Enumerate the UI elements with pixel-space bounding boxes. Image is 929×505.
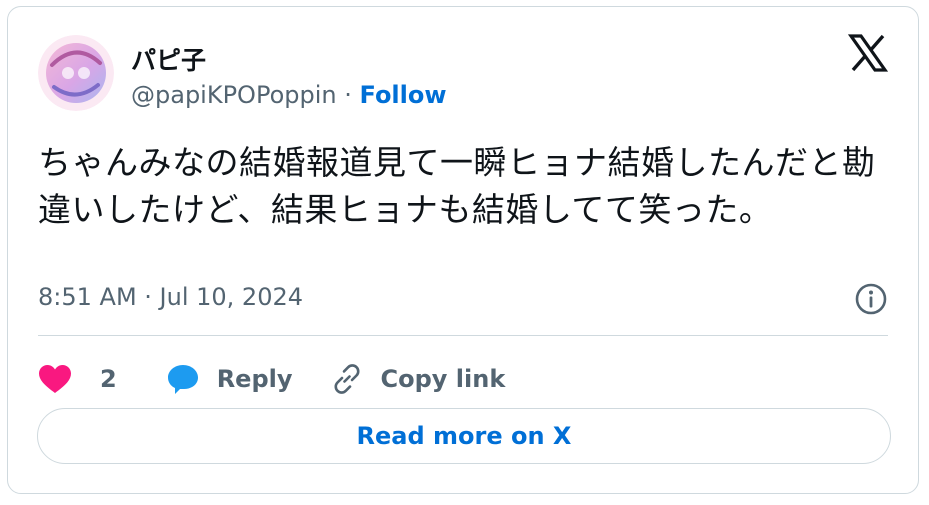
copy-link-label: Copy link (380, 365, 506, 393)
copy-link-button[interactable]: Copy link (331, 363, 506, 395)
info-icon[interactable] (854, 282, 888, 316)
reply-label: Reply (216, 365, 293, 393)
handle-separator: · (344, 81, 352, 109)
divider (38, 335, 888, 336)
read-more-button[interactable]: Read more on X (37, 408, 891, 464)
tweet-card: パピ子 @papiKPOPoppin · Follow ちゃんみなの結婚報道見て… (7, 6, 919, 494)
user-handle[interactable]: @papiKPOPoppin (131, 81, 337, 109)
link-icon (331, 363, 363, 395)
action-bar: 2 Reply Copy link (38, 351, 505, 407)
handle-row: @papiKPOPoppin · Follow (131, 81, 447, 109)
avatar[interactable] (38, 35, 114, 111)
tweet-timestamp[interactable]: 8:51 AM · Jul 10, 2024 (38, 283, 303, 311)
like-button[interactable]: 2 (38, 364, 117, 394)
x-logo-icon[interactable] (847, 33, 889, 73)
heart-icon (38, 364, 72, 394)
reply-button[interactable]: Reply (167, 363, 293, 395)
display-name[interactable]: パピ子 (131, 41, 206, 77)
tweet-text: ちゃんみなの結婚報道見て一瞬ヒョナ結婚したんだと勘違いしたけど、結果ヒョナも結婚… (38, 143, 876, 229)
reply-bubble-icon (167, 363, 199, 395)
like-count: 2 (100, 365, 117, 393)
follow-button[interactable]: Follow (360, 81, 447, 109)
